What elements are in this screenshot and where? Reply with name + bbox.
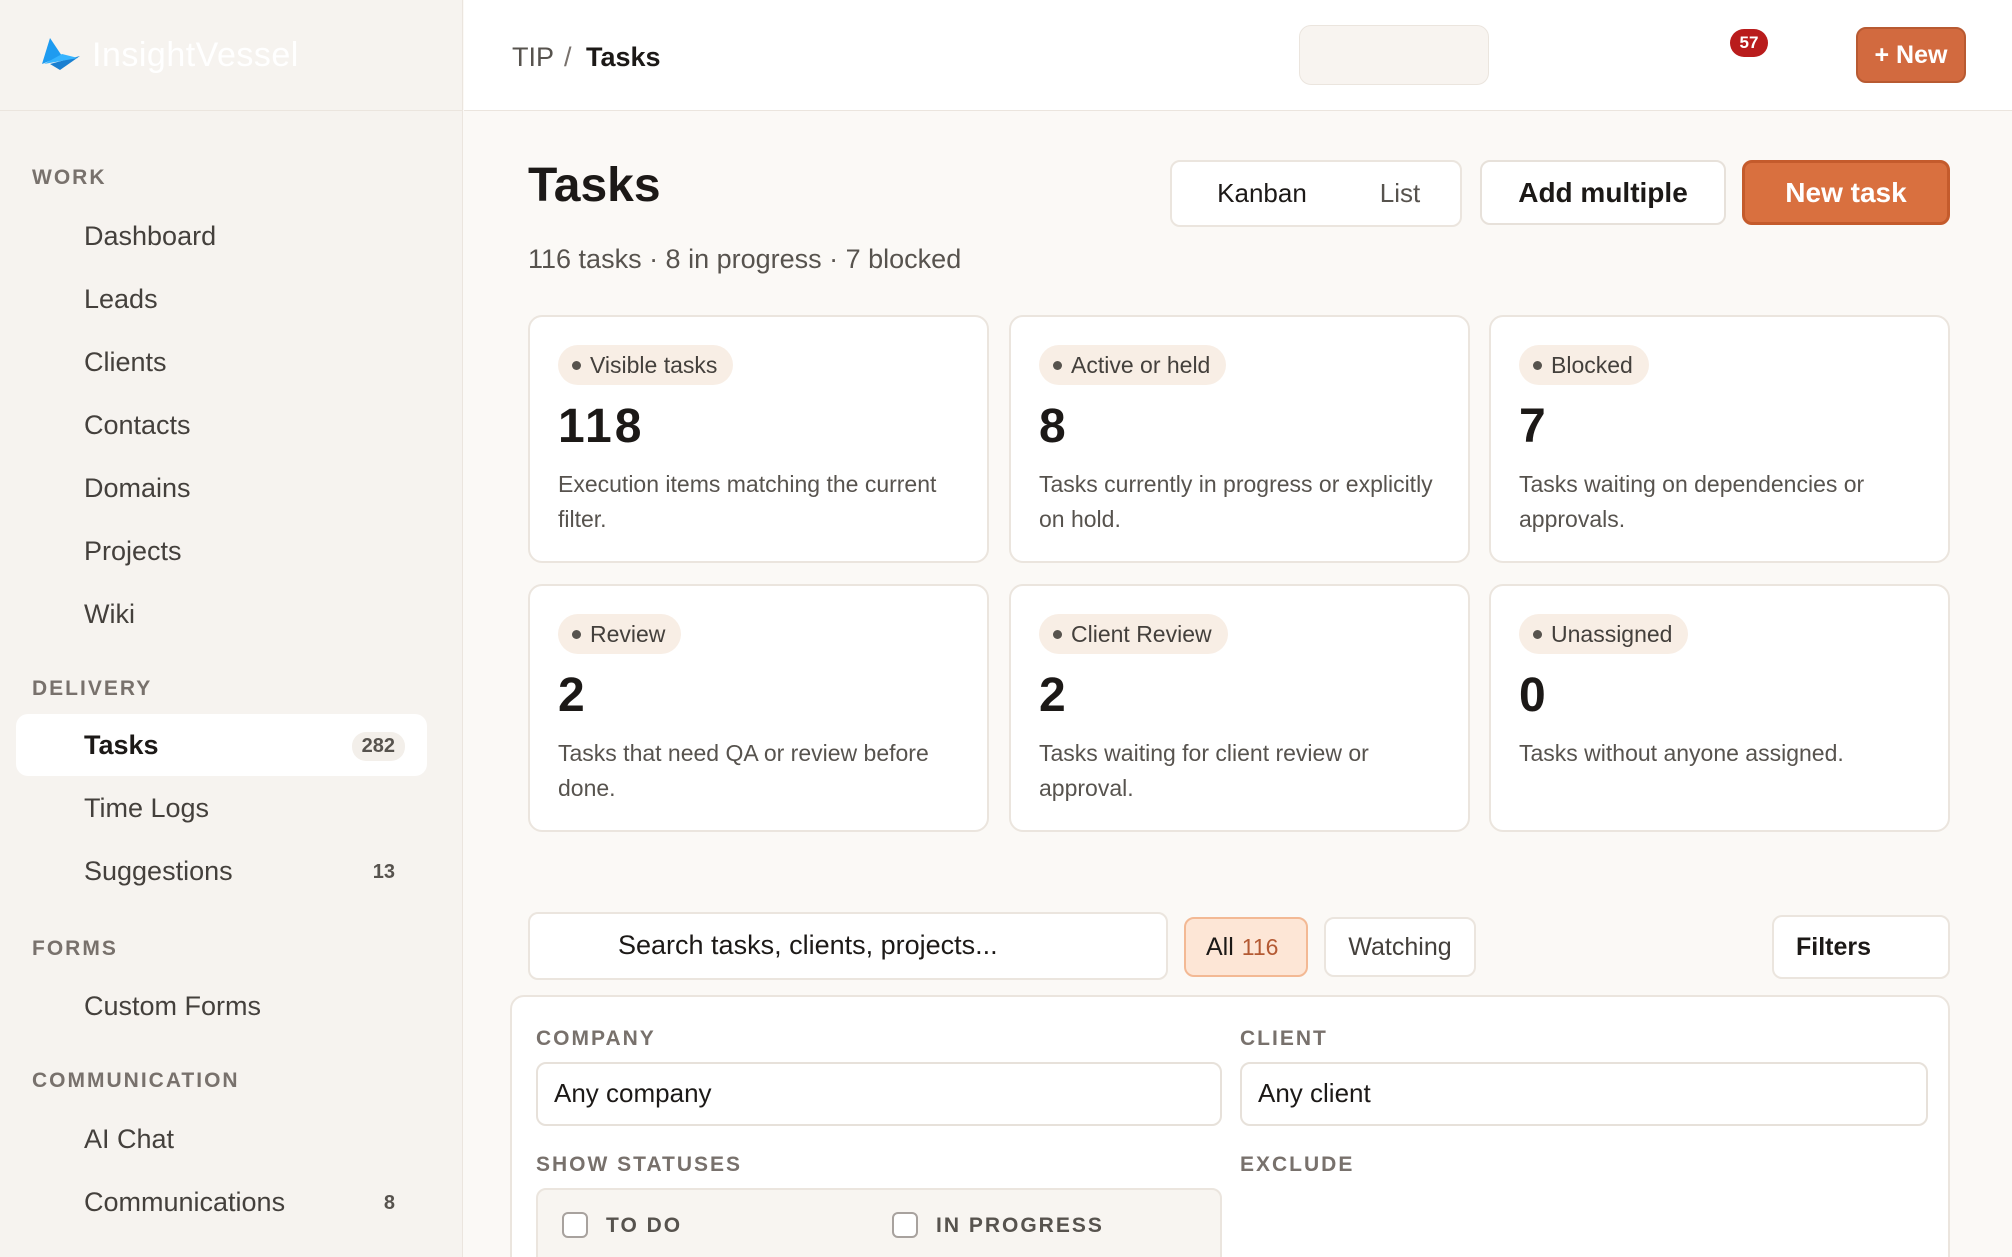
stat-card-desc: Tasks waiting for client review or appro… <box>1039 740 1369 801</box>
sidebar-item-label: Dashboard <box>84 221 217 251</box>
sidebar-item-label: Wiki <box>84 599 135 629</box>
status-todo-checkbox[interactable] <box>562 1212 588 1238</box>
brand-name: InsightVessel <box>92 36 299 74</box>
stat-card-review[interactable]: Review 2 Tasks that need QA or review be… <box>528 584 989 832</box>
sidebar-item-custom-forms[interactable]: Custom Forms <box>16 975 427 1037</box>
sidebar: InsightVessel WORK Dashboard Leads Clien… <box>0 0 463 1257</box>
sidebar-item-suggestions[interactable]: Suggestions 13 <box>16 840 427 902</box>
filter-chip-all-label: All <box>1206 933 1234 961</box>
global-new-button[interactable]: + New <box>1856 27 1966 83</box>
sidebar-item-label: Leads <box>84 284 158 314</box>
sidebar-item-label: Clients <box>84 347 167 377</box>
filter-chip-watching[interactable]: Watching <box>1324 917 1476 977</box>
sidebar-item-tasks[interactable]: Tasks 282 <box>16 714 427 776</box>
stat-card-value: 7 <box>1519 400 1549 453</box>
sidebar-item-label: Domains <box>84 473 191 503</box>
stat-card-label: Visible tasks <box>558 345 734 385</box>
sidebar-item-label: Contacts <box>84 410 191 440</box>
status-checkbox-group: TO DO IN PROGRESS <box>536 1188 1222 1257</box>
stat-card-active[interactable]: Active or held 8 Tasks currently in prog… <box>1009 315 1470 563</box>
page-title: Tasks <box>528 159 661 212</box>
stat-card-unassigned[interactable]: Unassigned 0 Tasks without anyone assign… <box>1489 584 1950 832</box>
stat-card-label: Client Review <box>1039 614 1228 654</box>
sidebar-item-projects[interactable]: Projects <box>16 520 427 582</box>
client-select[interactable]: Any client <box>1240 1062 1928 1126</box>
company-select[interactable]: Any company <box>536 1062 1222 1126</box>
nav-section-forms: FORMS <box>32 937 118 960</box>
stat-card-desc: Tasks without anyone assigned. <box>1519 740 1844 766</box>
stat-card-client-review[interactable]: Client Review 2 Tasks waiting for client… <box>1009 584 1470 832</box>
stat-card-value: 2 <box>558 669 588 722</box>
stat-card-label: Review <box>558 614 682 654</box>
sidebar-item-dashboard[interactable]: Dashboard <box>16 205 427 267</box>
stat-card-desc: Execution items matching the current fil… <box>558 471 937 532</box>
breadcrumb-root[interactable]: TIP <box>512 42 554 73</box>
sidebar-item-ai-chat[interactable]: AI Chat <box>16 1108 427 1170</box>
filter-panel: COMPANY Any company CLIENT Any client SH… <box>510 995 1950 1257</box>
company-filter-label: COMPANY <box>536 1027 656 1050</box>
global-search-input[interactable] <box>1299 25 1489 85</box>
stat-card-value: 8 <box>1039 400 1069 453</box>
stat-card-value: 2 <box>1039 669 1069 722</box>
stat-card-desc: Tasks that need QA or review before done… <box>558 740 929 801</box>
brand-logo-icon[interactable] <box>40 34 82 70</box>
stat-card-desc: Tasks currently in progress or explicitl… <box>1039 471 1433 532</box>
status-todo-label: TO DO <box>606 1214 683 1237</box>
stat-card-blocked[interactable]: Blocked 7 Tasks waiting on dependencies … <box>1489 315 1950 563</box>
show-statuses-label: SHOW STATUSES <box>536 1153 743 1176</box>
view-list-tab[interactable]: List <box>1350 162 1450 225</box>
nav-section-work: WORK <box>32 166 107 189</box>
filters-button[interactable]: Filters <box>1772 915 1950 979</box>
stat-card-value: 0 <box>1519 669 1549 722</box>
status-inprogress-checkbox[interactable] <box>892 1212 918 1238</box>
status-inprogress-label: IN PROGRESS <box>936 1214 1104 1237</box>
stat-card-desc: Tasks waiting on dependencies or approva… <box>1519 471 1865 532</box>
view-kanban-tab[interactable]: Kanban <box>1182 162 1342 225</box>
client-filter-label: CLIENT <box>1240 1027 1328 1050</box>
stat-card-label: Unassigned <box>1519 614 1689 654</box>
view-toggle: Kanban List <box>1170 160 1462 227</box>
sidebar-item-clients[interactable]: Clients <box>16 331 427 393</box>
sidebar-item-wiki[interactable]: Wiki <box>16 583 427 645</box>
sidebar-item-label: Projects <box>84 536 182 566</box>
breadcrumb-current: Tasks <box>586 42 661 72</box>
breadcrumb-separator: / <box>564 42 572 72</box>
brand: InsightVessel <box>0 0 462 111</box>
sidebar-item-count: 282 <box>351 732 405 761</box>
nav-section-delivery: DELIVERY <box>32 677 153 700</box>
topbar: TIP / Tasks 57 + New <box>464 0 2012 111</box>
sidebar-item-count: 8 <box>383 1192 395 1214</box>
sidebar-item-domains[interactable]: Domains <box>16 457 427 519</box>
stat-card-value: 118 <box>558 400 645 453</box>
sidebar-item-label: Communications <box>84 1187 286 1217</box>
sidebar-item-label: AI Chat <box>84 1124 175 1154</box>
stat-card-label: Blocked <box>1519 345 1649 385</box>
stat-card-label: Active or held <box>1039 345 1227 385</box>
sidebar-item-contacts[interactable]: Contacts <box>16 394 427 456</box>
notification-badge[interactable]: 57 <box>1730 29 1768 57</box>
sidebar-item-label: Custom Forms <box>84 991 262 1021</box>
task-search-input[interactable]: Search tasks, clients, projects... <box>528 912 1168 980</box>
sidebar-item-label: Tasks <box>84 730 159 760</box>
filter-chip-all[interactable]: All 116 <box>1184 917 1308 977</box>
stat-card-visible[interactable]: Visible tasks 118 Execution items matchi… <box>528 315 989 563</box>
sidebar-item-leads[interactable]: Leads <box>16 268 427 330</box>
sidebar-item-communications[interactable]: Communications 8 <box>16 1171 427 1233</box>
sidebar-item-label: Suggestions <box>84 856 233 886</box>
new-task-button[interactable]: New task <box>1742 160 1950 225</box>
sidebar-item-time-logs[interactable]: Time Logs <box>16 777 427 839</box>
task-search-text: Search tasks, clients, projects... <box>618 930 998 960</box>
filter-chip-all-count: 116 <box>1241 934 1279 960</box>
page-subtitle: 116 tasks · 8 in progress · 7 blocked <box>528 244 962 274</box>
sidebar-item-count: 13 <box>372 861 395 883</box>
nav-section-communication: COMMUNICATION <box>32 1069 240 1092</box>
sidebar-item-label: Time Logs <box>84 793 210 823</box>
exclude-label: EXCLUDE <box>1240 1153 1355 1176</box>
add-multiple-button[interactable]: Add multiple <box>1480 160 1726 225</box>
